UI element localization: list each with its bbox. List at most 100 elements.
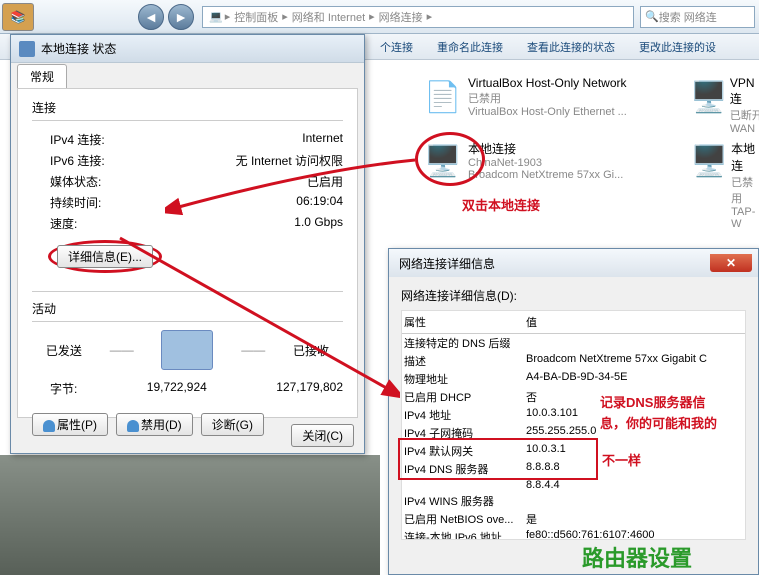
diagnose-button[interactable]: 诊断(G) bbox=[201, 413, 264, 436]
network-disabled-icon: 📄 bbox=[418, 74, 468, 120]
details-grid: 属性 值 连接特定的 DNS 后缀描述Broadcom NetXtreme 57… bbox=[401, 310, 746, 540]
dialog-titlebar[interactable]: 本地连接 状态 bbox=[11, 35, 364, 63]
network-icon bbox=[19, 41, 35, 57]
connection-item[interactable]: 📄 VirtualBox Host-Only Network 已禁用 Virtu… bbox=[418, 74, 627, 120]
detail-row[interactable]: 物理地址A4-BA-DB-9D-34-5E bbox=[402, 370, 745, 388]
section-heading: 活动 bbox=[32, 300, 343, 317]
detail-val: 是 bbox=[526, 511, 745, 527]
conn-status: ChinaNet-1903 bbox=[468, 157, 623, 169]
crumb[interactable]: 网络和 Internet bbox=[292, 9, 365, 25]
conn-title: VirtualBox Host-Only Network bbox=[468, 76, 627, 90]
detail-row[interactable]: IPv4 地址10.0.3.101 bbox=[402, 406, 745, 424]
detail-key: 物理地址 bbox=[402, 371, 526, 387]
close-icon[interactable]: ✕ bbox=[710, 254, 752, 272]
conn-title: 本地连接 bbox=[468, 140, 623, 157]
details-button[interactable]: 详细信息(E)... bbox=[57, 245, 153, 268]
properties-button[interactable]: 属性(P) bbox=[32, 413, 108, 436]
kv-key: IPv6 连接: bbox=[50, 152, 105, 169]
activity-icon bbox=[161, 330, 213, 370]
dialog-title-text: 本地连接 状态 bbox=[41, 40, 116, 57]
detail-key: IPv4 默认网关 bbox=[402, 443, 526, 459]
section-heading: 连接 bbox=[32, 99, 343, 116]
detail-val bbox=[526, 493, 745, 509]
dialog-body: 连接 IPv4 连接: Internet IPv6 连接: 无 Internet 访… bbox=[17, 88, 358, 418]
cmd-item[interactable]: 重命名此连接 bbox=[437, 39, 503, 55]
connection-item[interactable]: 🖥️ VPN 连 已断开 WAN bbox=[688, 74, 759, 137]
watermark-text: 路由器设置 bbox=[582, 541, 692, 573]
detail-val: A4-BA-DB-9D-34-5E bbox=[526, 371, 745, 387]
details-label: 网络连接详细信息(D): bbox=[401, 287, 746, 304]
detail-row[interactable]: 8.8.4.4 bbox=[402, 478, 745, 492]
detail-row[interactable]: IPv4 WINS 服务器 bbox=[402, 492, 745, 510]
kv-val: 无 Internet 访问权限 bbox=[236, 152, 343, 169]
desktop-background bbox=[0, 455, 380, 575]
cmd-item[interactable]: 个连接 bbox=[380, 39, 413, 55]
bytes-label: 字节: bbox=[50, 380, 77, 397]
detail-val: 255.255.255.0 bbox=[526, 425, 745, 441]
detail-key: IPv4 DNS 服务器 bbox=[402, 461, 526, 477]
conn-device: Broadcom NetXtreme 57xx Gi... bbox=[468, 169, 623, 181]
detail-key: IPv4 WINS 服务器 bbox=[402, 493, 526, 509]
detail-key: 描述 bbox=[402, 353, 526, 369]
detail-val: 否 bbox=[526, 389, 745, 405]
kv-val: 已启用 bbox=[307, 173, 343, 190]
recv-label: 已接收 bbox=[293, 342, 329, 359]
kv-key: IPv4 连接: bbox=[50, 131, 105, 148]
crumb[interactable]: 控制面板 bbox=[234, 9, 278, 25]
sent-label: 已发送 bbox=[46, 342, 82, 359]
detail-val: fe80::d560:761:6107:4600 bbox=[526, 529, 745, 540]
detail-row[interactable]: 连接-本地 IPv6 地址fe80::d560:761:6107:4600 bbox=[402, 528, 745, 540]
detail-key: 连接特定的 DNS 后缀 bbox=[402, 335, 526, 351]
kv-key: 速度: bbox=[50, 215, 77, 232]
detail-val: Broadcom NetXtreme 57xx Gigabit C bbox=[526, 353, 745, 369]
connection-details-dialog: 网络连接详细信息 ✕ 网络连接详细信息(D): 属性 值 连接特定的 DNS 后… bbox=[388, 248, 759, 575]
search-input[interactable]: 🔍 搜索 网络连 bbox=[640, 6, 755, 28]
explorer-toolbar: 📚 ◄ ► 💻 ▸ 控制面板 ▸ 网络和 Internet ▸ 网络连接 ▸ 🔍… bbox=[0, 0, 759, 34]
detail-key: 连接-本地 IPv6 地址 bbox=[402, 529, 526, 540]
conn-title: 本地连 bbox=[731, 140, 759, 174]
app-icon: 📚 bbox=[2, 3, 34, 31]
kv-key: 媒体状态: bbox=[50, 173, 101, 190]
detail-row[interactable]: IPv4 子网掩码255.255.255.0 bbox=[402, 424, 745, 442]
connection-item[interactable]: 🖥️ 本地连 已禁用 TAP-W bbox=[688, 138, 759, 232]
detail-key bbox=[402, 479, 526, 491]
detail-val bbox=[526, 335, 745, 351]
detail-row[interactable]: 已启用 NetBIOS ove...是 bbox=[402, 510, 745, 528]
conn-device: TAP-W bbox=[731, 206, 759, 230]
crumb[interactable]: 网络连接 bbox=[379, 9, 423, 25]
detail-row[interactable]: 已启用 DHCP否 bbox=[402, 388, 745, 406]
detail-val: 8.8.8.8 bbox=[526, 461, 745, 477]
network-icon: 🖥️ bbox=[688, 138, 731, 184]
nav-back-button[interactable]: ◄ bbox=[138, 4, 164, 30]
tab-strip: 常规 bbox=[11, 63, 364, 88]
detail-val: 10.0.3.101 bbox=[526, 407, 745, 423]
conn-status: 已禁用 bbox=[731, 174, 759, 206]
detail-row[interactable]: IPv4 DNS 服务器8.8.8.8 bbox=[402, 460, 745, 478]
col-header[interactable]: 值 bbox=[526, 314, 745, 330]
kv-val: 1.0 Gbps bbox=[294, 215, 343, 232]
conn-title: VPN 连 bbox=[730, 76, 759, 107]
conn-status: 已禁用 bbox=[468, 90, 627, 106]
detail-key: IPv4 子网掩码 bbox=[402, 425, 526, 441]
detail-val: 8.8.4.4 bbox=[526, 479, 745, 491]
details-highlight-oval: 详细信息(E)... bbox=[48, 240, 162, 273]
dialog-titlebar[interactable]: 网络连接详细信息 ✕ bbox=[389, 249, 758, 277]
network-icon: 🖥️ bbox=[418, 138, 468, 184]
tab-general[interactable]: 常规 bbox=[17, 64, 67, 88]
col-header[interactable]: 属性 bbox=[402, 314, 526, 330]
conn-status: 已断开 bbox=[730, 107, 759, 123]
detail-val: 10.0.3.1 bbox=[526, 443, 745, 459]
disable-button[interactable]: 禁用(D) bbox=[116, 413, 193, 436]
detail-row[interactable]: IPv4 默认网关10.0.3.1 bbox=[402, 442, 745, 460]
connection-status-dialog: 本地连接 状态 常规 连接 IPv4 连接: Internet IPv6 连接: 无… bbox=[10, 34, 365, 454]
kv-val: Internet bbox=[302, 131, 343, 148]
breadcrumb[interactable]: 💻 ▸ 控制面板 ▸ 网络和 Internet ▸ 网络连接 ▸ bbox=[202, 6, 634, 28]
cmd-item[interactable]: 查看此连接的状态 bbox=[527, 39, 615, 55]
detail-row[interactable]: 描述Broadcom NetXtreme 57xx Gigabit C bbox=[402, 352, 745, 370]
bytes-recv: 127,179,802 bbox=[276, 380, 343, 397]
close-button[interactable]: 关闭(C) bbox=[291, 424, 354, 447]
cmd-item[interactable]: 更改此连接的设 bbox=[639, 39, 716, 55]
connection-item-local[interactable]: 🖥️ 本地连接 ChinaNet-1903 Broadcom NetXtreme… bbox=[418, 138, 623, 184]
detail-row[interactable]: 连接特定的 DNS 后缀 bbox=[402, 334, 745, 352]
nav-forward-button[interactable]: ► bbox=[168, 4, 194, 30]
